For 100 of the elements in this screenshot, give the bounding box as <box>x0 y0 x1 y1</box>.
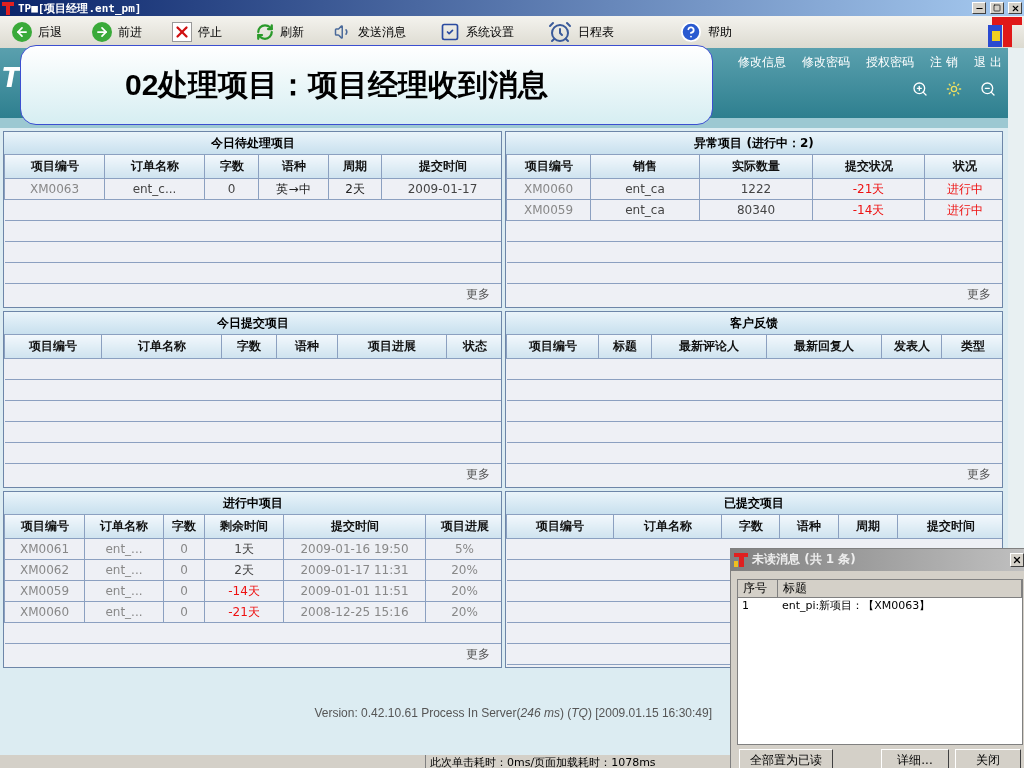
zoom-out-icon[interactable] <box>980 81 996 97</box>
column-header: 提交时间 <box>283 515 426 539</box>
close-button[interactable] <box>1008 2 1022 14</box>
panel-title: 已提交项目 <box>506 492 1002 515</box>
dialog-button[interactable]: 详细... <box>881 749 949 768</box>
column-header: 字数 <box>204 155 259 179</box>
column-header: 项目编号 <box>506 515 614 539</box>
column-header: 订单名称 <box>101 335 222 359</box>
table-cell: ent_... <box>84 538 164 560</box>
table-cell: XM0059 <box>4 580 85 602</box>
table-cell: ent_... <box>84 559 164 581</box>
column-header: 状况 <box>924 155 1002 179</box>
table-cell: XM0060 <box>506 178 591 200</box>
table-cell: -21天 <box>812 178 925 200</box>
app-logo-icon <box>734 552 748 567</box>
close-button[interactable] <box>1010 552 1024 567</box>
table-cell: ent_ca <box>590 199 700 221</box>
restore-button[interactable] <box>990 2 1004 14</box>
table-cell: 2天 <box>328 178 382 200</box>
column-header: 项目编号 <box>506 155 591 179</box>
more-link[interactable]: 更多 <box>465 286 490 301</box>
table-cell: -21天 <box>204 601 284 623</box>
panel-title: 异常项目 (进行中：2) <box>506 132 1002 155</box>
table-cell: 2009-01-01 11:51 <box>283 580 426 602</box>
panel-title: 进行中项目 <box>4 492 501 515</box>
more-link[interactable]: 更多 <box>966 466 991 481</box>
table-cell: ent_c... <box>104 178 205 200</box>
panel-title: 今日提交项目 <box>4 312 501 335</box>
toolbar-button[interactable]: 发送消息 <box>332 18 438 46</box>
panel-title: 客户反馈 <box>506 312 1002 335</box>
column-header: 项目编号 <box>506 335 599 359</box>
column-header: 最新回复人 <box>766 335 882 359</box>
column-header: 类型 <box>941 335 1002 359</box>
column-header: 实际数量 <box>699 155 813 179</box>
more-link[interactable]: 更多 <box>465 466 490 481</box>
column-header: 字数 <box>163 515 205 539</box>
table-cell: 2009-01-16 19:50 <box>283 538 426 560</box>
table-cell: -14天 <box>812 199 925 221</box>
column-header: 提交时间 <box>381 155 501 179</box>
panel-title: 今日待处理项目 <box>4 132 501 155</box>
table-cell: 英→中 <box>258 178 329 200</box>
clock-icon <box>548 20 572 44</box>
message-index: 1 <box>741 598 750 612</box>
dialog-button[interactable]: 关闭 <box>955 749 1021 768</box>
table-cell: 1222 <box>699 178 813 200</box>
column-header: 提交时间 <box>897 515 1002 539</box>
table-cell: -14天 <box>204 580 284 602</box>
column-header: 销售 <box>590 155 700 179</box>
table-cell: 0 <box>163 601 205 623</box>
column-header: 最新评论人 <box>651 335 767 359</box>
callout: 02处理项目：项目经理收到消息 <box>20 45 713 125</box>
checkbox-icon <box>440 22 460 42</box>
column-header: 字数 <box>721 515 780 539</box>
message-title[interactable]: ent_pi:新项目：【XM0063】 <box>778 597 1022 613</box>
table-cell: XM0061 <box>4 538 85 560</box>
table-cell: 0 <box>163 559 205 581</box>
column-header: 语种 <box>276 335 338 359</box>
table-cell: 2天 <box>204 559 284 581</box>
close-icon <box>1012 554 1022 565</box>
column-header: 项目进展 <box>425 515 501 539</box>
column-header: 语种 <box>779 515 839 539</box>
column-header: 项目进展 <box>337 335 447 359</box>
toolbar-button[interactable]: 刷新 <box>254 18 332 46</box>
stop-icon <box>172 22 192 42</box>
toolbar-button[interactable]: 系统设置 <box>438 18 546 46</box>
column-header: 语种 <box>258 155 329 179</box>
column-header: 项目编号 <box>4 335 102 359</box>
table-cell: XM0060 <box>4 601 85 623</box>
table-cell: 0 <box>163 538 205 560</box>
window-title: TP■[项目经理.ent_pm] <box>18 0 143 16</box>
table-cell: 0 <box>163 580 205 602</box>
column-header: 项目编号 <box>4 155 105 179</box>
more-link[interactable]: 更多 <box>966 286 991 301</box>
column-header: 标题 <box>598 335 652 359</box>
column-header: 订单名称 <box>84 515 164 539</box>
column-header: 周期 <box>838 515 898 539</box>
zoom-in-icon[interactable] <box>912 81 928 97</box>
sun-icon[interactable] <box>946 81 962 97</box>
table-cell: XM0063 <box>4 178 105 200</box>
column-header: 剩余时间 <box>204 515 284 539</box>
status-text: 此次单击耗时：0ms/页面加载耗时：1078ms <box>425 755 690 768</box>
minimize-button[interactable] <box>972 2 986 14</box>
column-header: 订单名称 <box>104 155 205 179</box>
toolbar-button[interactable]: 帮助 <box>678 18 748 46</box>
table-cell: XM0059 <box>506 199 591 221</box>
column-header: 项目编号 <box>4 515 85 539</box>
table-cell: 2008-12-25 15:16 <box>283 601 426 623</box>
column-header: 标题 <box>778 579 1022 598</box>
column-header: 周期 <box>328 155 382 179</box>
column-header: 订单名称 <box>613 515 722 539</box>
table-cell: 0 <box>204 178 259 200</box>
column-header: 发表人 <box>881 335 942 359</box>
toolbar-button[interactable]: 日程表 <box>546 18 678 46</box>
more-link[interactable]: 更多 <box>465 646 490 661</box>
dialog-button[interactable]: 全部置为已读 <box>739 749 833 768</box>
column-header: 字数 <box>221 335 277 359</box>
column-header: 状态 <box>446 335 501 359</box>
table-cell: XM0062 <box>4 559 85 581</box>
brand-logo-icon <box>988 17 1022 47</box>
header-logo: T <box>2 63 20 93</box>
